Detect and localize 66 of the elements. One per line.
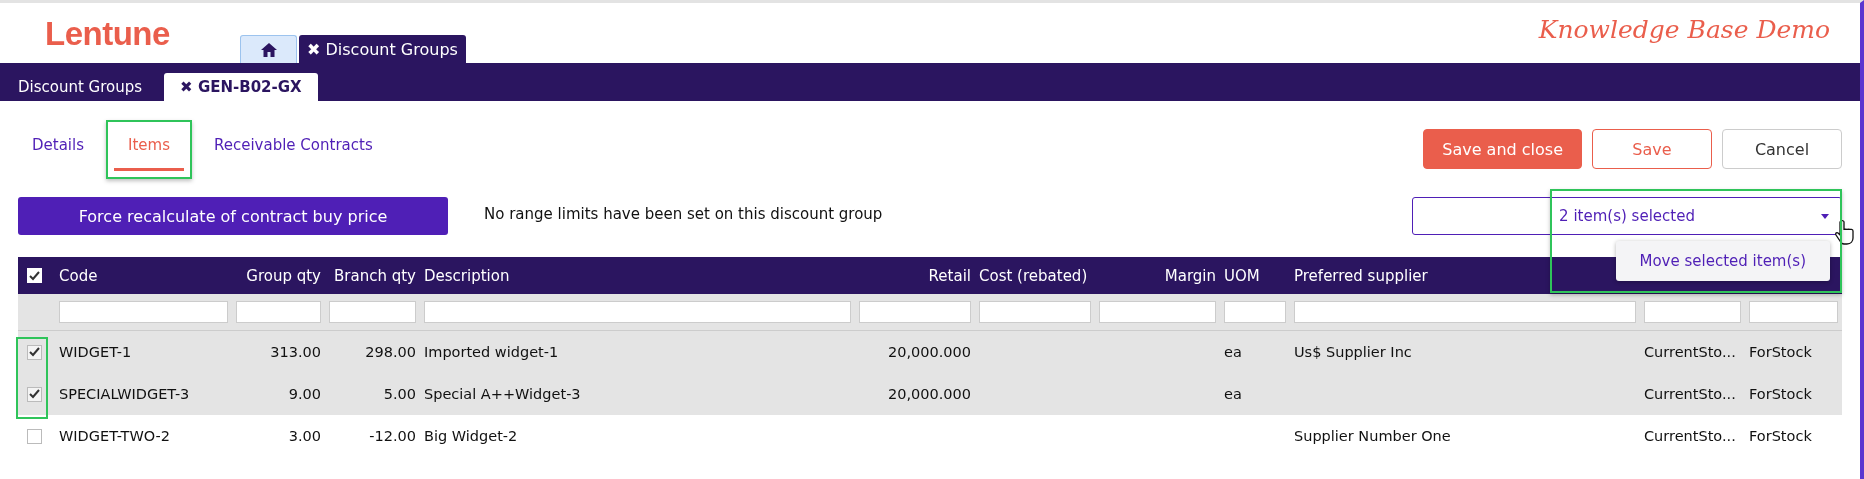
section-tab[interactable]: Details bbox=[18, 127, 98, 171]
column-header: Retail bbox=[927, 266, 972, 285]
row-checkbox[interactable] bbox=[27, 386, 42, 402]
recalculate-button[interactable]: Force recalculate of contract buy price bbox=[18, 197, 448, 235]
table-cell-text: 298.00 bbox=[364, 344, 417, 360]
check-icon bbox=[29, 389, 40, 399]
table-cell-text: ea bbox=[1223, 386, 1243, 402]
table-cell-text: Special A++Widget-3 bbox=[423, 386, 582, 402]
table-cell-text: SPECIALWIDGET-3 bbox=[58, 386, 191, 402]
table-cell-text: CurrentSto... bbox=[1643, 428, 1737, 444]
table-cell-text: 9.00 bbox=[287, 386, 322, 402]
filter-field[interactable] bbox=[979, 301, 1091, 323]
filter-field[interactable] bbox=[424, 301, 851, 323]
table-cell-text: Supplier Number One bbox=[1293, 428, 1452, 444]
filter-field[interactable] bbox=[1749, 301, 1838, 323]
brand-logo: Lentune bbox=[45, 15, 171, 53]
column-header: Description bbox=[423, 266, 511, 285]
column-header: Margin bbox=[1163, 266, 1217, 285]
table-cell-text: 3.00 bbox=[287, 428, 322, 444]
table-cell-text: ForStock bbox=[1748, 344, 1813, 360]
page-tab[interactable]: ✖ GEN-B02-GX bbox=[164, 73, 318, 101]
table-cell-text: 5.00 bbox=[382, 386, 417, 402]
table-cell-text: 313.00 bbox=[269, 344, 322, 360]
page-tab[interactable]: Discount Groups bbox=[18, 73, 143, 101]
table-cell-text: Us$ Supplier Inc bbox=[1293, 344, 1413, 360]
filter-field[interactable] bbox=[1644, 301, 1741, 323]
row-checkbox[interactable] bbox=[27, 344, 42, 360]
table-cell-text: 20,000.000 bbox=[886, 344, 972, 360]
filter-field[interactable] bbox=[859, 301, 971, 323]
table-cell-text: Imported widget-1 bbox=[423, 344, 560, 360]
column-header: UOM bbox=[1223, 266, 1261, 285]
check-icon bbox=[29, 270, 40, 281]
table-cell-text: WIDGET-TWO-2 bbox=[58, 428, 172, 444]
row-checkbox[interactable] bbox=[27, 428, 42, 444]
column-header: Code bbox=[58, 266, 99, 285]
table-cell-text: ForStock bbox=[1748, 428, 1813, 444]
select-all-checkbox[interactable] bbox=[27, 268, 42, 283]
table-cell-text: Big Widget-2 bbox=[423, 428, 519, 444]
section-tab[interactable]: Receivable Contracts bbox=[200, 127, 387, 171]
tagline: Knowledge Base Demo bbox=[1538, 15, 1830, 44]
home-icon bbox=[259, 41, 278, 58]
app-tab[interactable]: ✖ Discount Groups bbox=[299, 35, 466, 63]
filter-field[interactable] bbox=[1224, 301, 1286, 323]
menu-item[interactable]: Move selected item(s) bbox=[1615, 241, 1830, 281]
range-message: No range limits have been set on this discount group bbox=[484, 205, 883, 223]
table-cell-text: WIDGET-1 bbox=[58, 344, 133, 360]
table-cell-text: CurrentSto... bbox=[1643, 386, 1737, 402]
column-header: Cost (rebated) bbox=[978, 266, 1089, 285]
action-button[interactable]: Cancel bbox=[1722, 129, 1842, 169]
filter-field[interactable] bbox=[329, 301, 416, 323]
table-cell-text: -12.00 bbox=[368, 428, 417, 444]
table-cell-text: ea bbox=[1223, 344, 1243, 360]
column-header: Preferred supplier bbox=[1293, 266, 1429, 285]
filter-field[interactable] bbox=[236, 301, 321, 323]
table-cell-text: ForStock bbox=[1748, 386, 1813, 402]
filter-field[interactable] bbox=[1294, 301, 1636, 323]
home-tab[interactable] bbox=[240, 35, 297, 63]
table-cell-text: CurrentSto... bbox=[1643, 344, 1737, 360]
hand-cursor-icon bbox=[1835, 219, 1855, 245]
column-header: Group qty bbox=[245, 266, 322, 285]
filter-field[interactable] bbox=[1099, 301, 1216, 323]
table-cell-text: 20,000.000 bbox=[886, 386, 972, 402]
column-header: Branch qty bbox=[333, 266, 417, 285]
check-icon bbox=[29, 347, 40, 357]
filter-field[interactable] bbox=[59, 301, 228, 323]
caret-icon bbox=[1821, 214, 1829, 219]
